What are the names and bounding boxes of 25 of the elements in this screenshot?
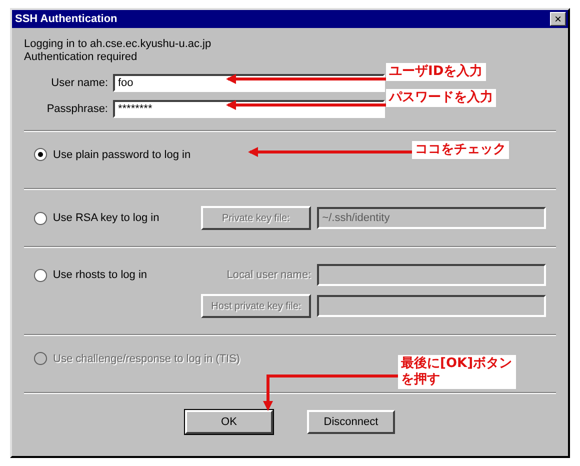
- option-label: Use rhosts to log in: [52, 269, 148, 281]
- input-field[interactable]: [317, 295, 546, 317]
- input-field[interactable]: [317, 264, 546, 286]
- option-label: Use challenge/response to log in (TIS): [53, 352, 240, 364]
- input-field[interactable]: foo: [113, 74, 385, 92]
- radio-button[interactable]: [34, 268, 47, 282]
- ok-button[interactable]: OK: [185, 410, 273, 434]
- field-label: User name:: [50, 77, 109, 89]
- option-label: Use RSA key to log in: [52, 212, 160, 224]
- radio-button[interactable]: [34, 148, 47, 161]
- option-label: Use plain password to log in: [53, 148, 192, 160]
- input-field[interactable]: ~/.ssh/identity: [317, 207, 546, 229]
- field-label: Local user name:: [226, 269, 312, 281]
- annotation-label: 最後に[OK]ボタンを押す: [398, 355, 516, 389]
- input-field[interactable]: ********: [113, 100, 385, 118]
- annotation-label: パスワードを入力: [386, 89, 496, 107]
- close-button[interactable]: ×: [550, 12, 566, 26]
- disconnect-button[interactable]: Disconnect: [307, 410, 395, 434]
- field-label: Passphrase:: [46, 103, 109, 115]
- annotation-label: ユーザIDを入力: [386, 63, 486, 81]
- radio-button[interactable]: [34, 212, 47, 224]
- window-title: SSH Authentication: [15, 13, 118, 25]
- info-text: Logging in to ah.cse.ec.kyushu-u.ac.jp: [24, 38, 212, 51]
- info-text: Authentication required: [24, 51, 138, 64]
- annotation-label: ココをチェック: [412, 141, 509, 159]
